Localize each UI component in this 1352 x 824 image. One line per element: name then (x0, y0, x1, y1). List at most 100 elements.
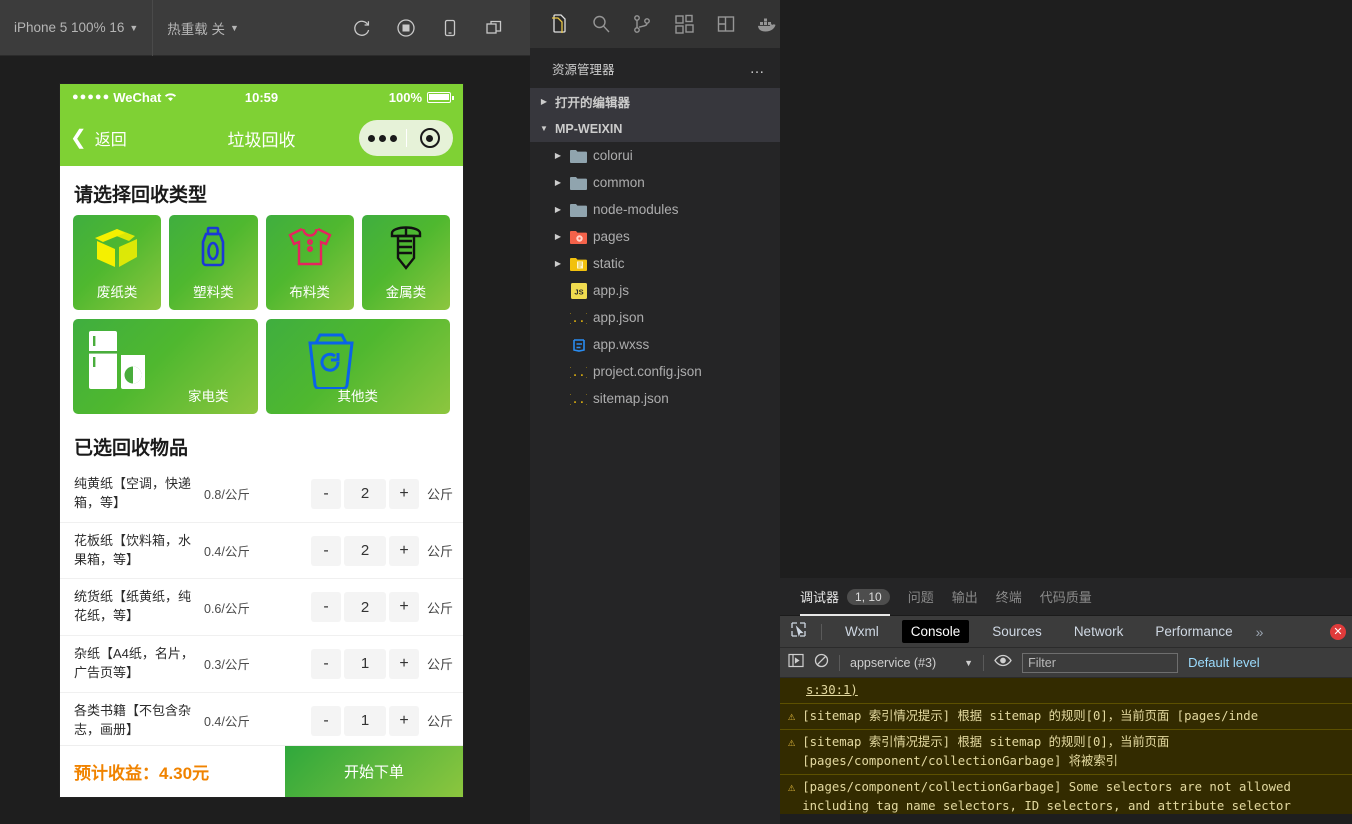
tree-item-sitemap-json[interactable]: {..} sitemap.json (530, 385, 780, 412)
tab-terminal[interactable]: 终端 (996, 578, 1022, 616)
category-label: 塑料类 (193, 285, 234, 300)
folder-icon (570, 174, 587, 191)
start-order-button[interactable]: 开始下单 (285, 746, 463, 797)
tab-problems[interactable]: 问题 (908, 578, 934, 616)
chevron-down-icon: ▼ (129, 22, 139, 33)
tree-item-app-wxss[interactable]: app.wxss (530, 331, 780, 358)
split-layout-icon[interactable] (713, 11, 739, 37)
tree-item-label: sitemap.json (593, 391, 669, 406)
source-control-icon[interactable] (629, 11, 655, 37)
device-selector[interactable]: iPhone 5 100% 16 ▼ (0, 0, 154, 56)
docker-icon[interactable] (754, 11, 780, 37)
tree-item-app-json[interactable]: {..} app.json (530, 304, 780, 331)
tree-item-node-modules[interactable]: ▶ node-modules (530, 196, 780, 223)
category-label: 其他类 (337, 389, 379, 404)
sidebar-section-open-editors[interactable]: ▶ 打开的编辑器 (530, 88, 780, 115)
quantity-stepper[interactable]: - 2 + 公斤 (310, 535, 453, 566)
log-level-selector[interactable]: Default level (1188, 655, 1260, 670)
tree-item-static[interactable]: ▶ static (530, 250, 780, 277)
tree-item-common[interactable]: ▶ common (530, 169, 780, 196)
console-message[interactable]: s:30:1) (780, 678, 1352, 705)
console-message[interactable]: ⚠ [sitemap 索引情况提示] 根据 sitemap 的规则[0]，当前页… (780, 704, 1352, 731)
increment-button[interactable]: + (388, 535, 419, 566)
tree-item-colorui[interactable]: ▶ colorui (530, 142, 780, 169)
battery-icon (427, 91, 454, 103)
quantity-stepper[interactable]: - 2 + 公斤 (310, 478, 453, 509)
tshirt-icon (266, 225, 354, 271)
tab-sources[interactable]: Sources (983, 620, 1051, 643)
category-tile-plastic[interactable]: 塑料类 (169, 215, 258, 310)
category-tile-other[interactable]: 其他类 (265, 319, 450, 414)
close-circle-icon[interactable] (407, 128, 454, 148)
category-row-2: 家电类 其他类 (60, 319, 463, 423)
message-text: s:30:1) (806, 683, 858, 697)
list-item[interactable]: 花板纸【饮料箱，水果箱，等】 0.4/公斤 - 2 + 公斤 (60, 523, 463, 580)
more-tabs-icon[interactable]: » (1256, 624, 1264, 640)
tab-wxml[interactable]: Wxml (836, 620, 888, 643)
tab-code-quality[interactable]: 代码质量 (1040, 578, 1092, 616)
list-item[interactable]: 统货纸【纸黄纸，纯花纸，等】 0.6/公斤 - 2 + 公斤 (60, 579, 463, 637)
inspect-element-icon[interactable] (790, 621, 807, 643)
increment-button[interactable]: + (388, 705, 419, 736)
back-label: 返回 (94, 132, 127, 149)
console-output[interactable]: s:30:1) ⚠ [sitemap 索引情况提示] 根据 sitemap 的规… (780, 678, 1352, 814)
clear-console-icon[interactable] (814, 653, 829, 673)
close-icon[interactable]: ✕ (1330, 623, 1346, 640)
console-message[interactable]: ⚠ [pages/component/collectionGarbage] So… (780, 775, 1352, 814)
quantity-stepper[interactable]: - 1 + 公斤 (310, 705, 453, 736)
quantity-stepper[interactable]: - 1 + 公斤 (310, 648, 453, 679)
tab-label: 调试器 (800, 590, 840, 605)
folder-icon (570, 147, 587, 164)
tab-debugger[interactable]: 调试器 1, 10 (800, 578, 890, 616)
console-message[interactable]: ⚠ [sitemap 索引情况提示] 根据 sitemap 的规则[0]，当前页… (780, 730, 1352, 776)
folder-pages-icon (570, 228, 587, 245)
tree-item-pages[interactable]: ▶ pages (530, 223, 780, 250)
console-sidebar-toggle-icon[interactable] (788, 653, 804, 673)
decrement-button[interactable]: - (310, 648, 341, 679)
sidebar-section-project[interactable]: ▼ MP-WEIXIN (530, 115, 780, 142)
search-icon[interactable] (588, 11, 614, 37)
chevron-right-icon: ▶ (554, 205, 562, 214)
battery-percent: 100% (388, 89, 422, 105)
category-tile-appliance[interactable]: 家电类 (73, 319, 258, 414)
section-label: MP-WEIXIN (555, 121, 623, 136)
decrement-button[interactable]: - (310, 592, 341, 623)
hot-reload-selector[interactable]: 热重载 关 ▼ (153, 0, 253, 56)
tab-output[interactable]: 输出 (952, 578, 978, 616)
wechat-capsule[interactable] (359, 120, 453, 156)
tab-network[interactable]: Network (1065, 620, 1133, 643)
record-stop-icon[interactable] (396, 18, 416, 38)
eye-icon[interactable] (994, 654, 1012, 672)
multi-window-icon[interactable] (484, 18, 504, 38)
list-item[interactable]: 杂纸【A4纸，名片，广告页等】 0.3/公斤 - 1 + 公斤 (60, 636, 463, 693)
device-selector-label: iPhone 5 100% 16 (14, 20, 125, 35)
increment-button[interactable]: + (388, 592, 419, 623)
refresh-icon[interactable] (352, 18, 372, 38)
decrement-button[interactable]: - (310, 705, 341, 736)
activity-bar (530, 0, 780, 48)
quantity-stepper[interactable]: - 2 + 公斤 (310, 592, 453, 623)
tree-item-project-config-json[interactable]: {..} project.config.json (530, 358, 780, 385)
phone-icon[interactable] (440, 18, 460, 38)
decrement-button[interactable]: - (310, 535, 341, 566)
explorer-icon[interactable] (546, 11, 572, 37)
filter-input[interactable]: Filter (1022, 652, 1179, 673)
category-tile-fabric[interactable]: 布料类 (265, 215, 354, 310)
tab-console[interactable]: Console (901, 620, 970, 643)
context-selector[interactable]: appservice (#3) ▼ (850, 656, 973, 670)
back-button[interactable]: ❮ 返回 (70, 126, 127, 150)
list-item[interactable]: 各类书籍【不包含杂志，画册】 0.4/公斤 - 1 + 公斤 (60, 693, 463, 745)
extensions-icon[interactable] (671, 11, 697, 37)
category-tile-paper[interactable]: 废纸类 (73, 215, 162, 310)
more-actions-icon[interactable]: … (750, 60, 767, 77)
tree-item-app-js[interactable]: JS app.js (530, 277, 780, 304)
menu-dots-icon[interactable] (359, 134, 406, 142)
category-tile-metal[interactable]: 金属类 (361, 215, 450, 310)
list-item[interactable]: 纯黄纸【空调，快递箱，等】 0.8/公斤 - 2 + 公斤 (60, 466, 463, 523)
decrement-button[interactable]: - (310, 478, 341, 509)
message-text: [pages/component/collectionGarbage] Some… (802, 780, 1291, 814)
simulator-toolbar: iPhone 5 100% 16 ▼ 热重载 关 ▼ (0, 0, 530, 56)
increment-button[interactable]: + (388, 478, 419, 509)
tab-performance[interactable]: Performance (1146, 620, 1241, 643)
increment-button[interactable]: + (388, 648, 419, 679)
